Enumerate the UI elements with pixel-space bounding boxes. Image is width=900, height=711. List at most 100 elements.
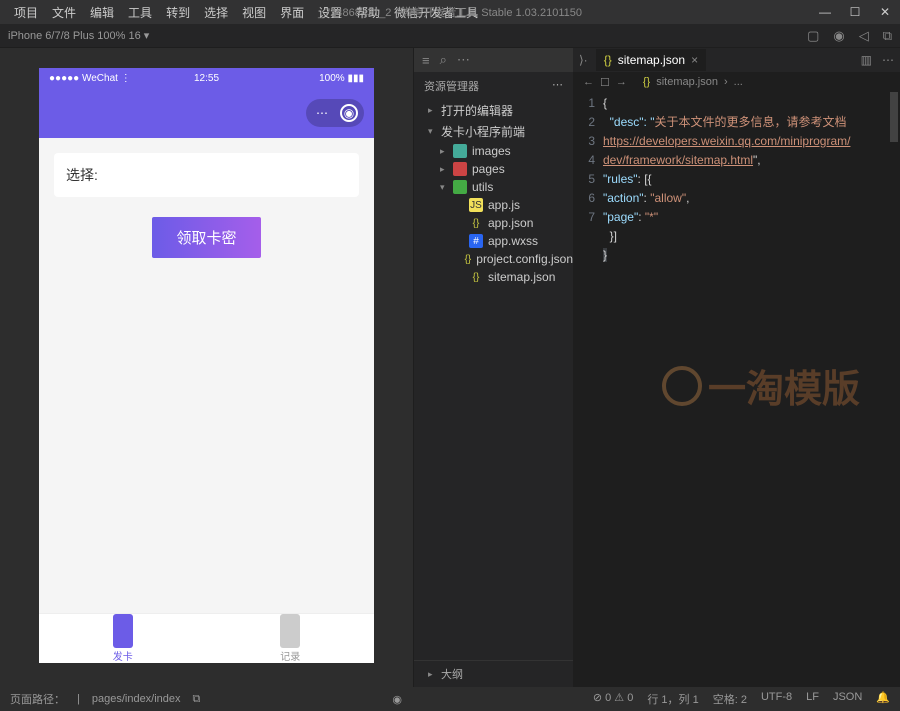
tree-label: sitemap.json: [488, 270, 555, 284]
tree-item-pages[interactable]: ▸pages: [414, 160, 573, 178]
file-icon: JS: [469, 198, 483, 212]
titlebar: 项目文件编辑工具转到选择视图界面设置帮助微信开发者工具 _724868431_2…: [0, 0, 900, 24]
path-label: 页面路径：: [10, 691, 65, 707]
tree-item-app.js[interactable]: JS app.js: [414, 196, 573, 214]
page-path[interactable]: pages/index/index: [92, 693, 181, 705]
tab-filename: sitemap.json: [618, 53, 685, 67]
compile-icon[interactable]: ⟩·: [579, 53, 588, 67]
language[interactable]: JSON: [833, 691, 862, 707]
tree-label: app.wxss: [488, 234, 538, 248]
tab-label: 发卡: [113, 648, 133, 663]
tree-label: images: [472, 144, 511, 158]
tab-label: 记录: [280, 648, 300, 663]
tree-item-打开的编辑器[interactable]: ▸ 打开的编辑器: [414, 100, 573, 121]
code-lines[interactable]: { "desc": "关于本文件的更多信息，请参考文档 https://deve…: [603, 92, 900, 687]
copy-icon[interactable]: ⧉: [883, 28, 892, 44]
select-box[interactable]: 选择:: [54, 153, 359, 197]
capsule-menu-icon[interactable]: ⋯: [312, 103, 332, 123]
menu-项目[interactable]: 项目: [8, 2, 44, 23]
tabbar: 发卡 记录: [39, 613, 374, 663]
search-icon[interactable]: ⌕: [440, 52, 447, 68]
chevron-right-icon: ▸: [428, 669, 436, 680]
tree-item-app.wxss[interactable]: #app.wxss: [414, 232, 573, 250]
indentation[interactable]: 空格: 2: [713, 691, 747, 707]
menu-界面[interactable]: 界面: [274, 2, 310, 23]
status-battery: 100% ▮▮▮: [319, 73, 364, 84]
explorer-panel: ≡ ⌕ ⋯ 资源管理器 ⋯ ▸ 打开的编辑器 ▾发卡小程序前端 ▸ images ▸pag…: [413, 48, 573, 687]
tree-label: app.js: [488, 198, 520, 212]
tree-label: project.config.json: [476, 252, 573, 266]
file-icon: {}: [469, 216, 483, 230]
outline-section[interactable]: ▸ 大纲: [414, 660, 573, 687]
chevron-icon: ▾: [440, 182, 448, 193]
code-area[interactable]: 1234567 { "desc": "关于本文件的更多信息，请参考文档 http…: [573, 92, 900, 687]
record-icon: [280, 614, 300, 648]
close-icon[interactable]: ×: [691, 53, 698, 67]
encoding[interactable]: UTF-8: [761, 691, 792, 707]
outline-label: 大纲: [441, 666, 463, 682]
tree-label: 打开的编辑器: [441, 102, 513, 119]
chevron-icon: ▸: [440, 146, 448, 157]
fwd-icon[interactable]: →: [616, 76, 627, 88]
device-picker[interactable]: iPhone 6/7/8 Plus 100% 16 ▾: [8, 29, 149, 42]
json-icon: {}: [604, 53, 612, 67]
scrollbar[interactable]: [890, 92, 898, 142]
status-left: ●●●●● WeChat ⋮: [49, 73, 131, 84]
bookmark-icon[interactable]: ☐: [600, 76, 610, 89]
more-icon[interactable]: ⋯: [457, 52, 470, 68]
file-tab[interactable]: {} sitemap.json ×: [596, 49, 706, 71]
window-controls: — ☐ ✕: [810, 0, 900, 24]
copy-icon[interactable]: ⧉: [193, 693, 201, 706]
json-icon: {}: [643, 76, 650, 88]
menu-转到[interactable]: 转到: [160, 2, 196, 23]
statusbar: 页面路径： | pages/index/index ⧉ ◉ ⊘ 0 ⚠ 0 行 …: [0, 687, 900, 711]
menu-文件[interactable]: 文件: [46, 2, 82, 23]
eye-icon[interactable]: ◉: [392, 693, 402, 706]
chevron-icon: ▸: [440, 164, 448, 175]
mute-icon[interactable]: ◁: [859, 28, 869, 44]
bell-icon[interactable]: 🔔: [876, 691, 890, 707]
menu-选择[interactable]: 选择: [198, 2, 234, 23]
tab-record[interactable]: 记录: [207, 614, 375, 663]
more-icon[interactable]: ⋯: [552, 78, 563, 94]
minimize-button[interactable]: —: [810, 0, 840, 24]
maximize-button[interactable]: ☐: [840, 0, 870, 24]
tree-item-images[interactable]: ▸ images: [414, 142, 573, 160]
claim-button[interactable]: 领取卡密: [152, 217, 260, 258]
split-icon[interactable]: ▥: [861, 53, 872, 67]
menu-编辑[interactable]: 编辑: [84, 2, 120, 23]
tab-card[interactable]: 发卡: [39, 614, 207, 663]
eol[interactable]: LF: [806, 691, 819, 707]
close-button[interactable]: ✕: [870, 0, 900, 24]
window-title: _724868431_2 - 微信开发者工具 Stable 1.03.21011…: [318, 4, 582, 20]
file-tree: ▸ 打开的编辑器 ▾发卡小程序前端 ▸ images ▸pages▾utils JS app.…: [414, 100, 573, 660]
problems-count[interactable]: ⊘ 0 ⚠ 0: [593, 691, 633, 707]
more-icon[interactable]: ⋯: [882, 53, 894, 67]
hamburger-icon[interactable]: ≡: [422, 53, 430, 68]
sim-actions: ▢ ◉ ◁ ⧉: [807, 28, 892, 44]
tree-item-utils[interactable]: ▾utils: [414, 178, 573, 196]
breadcrumb-more[interactable]: ...: [734, 76, 743, 88]
chevron-icon: ▸: [428, 105, 436, 116]
tree-item-sitemap.json[interactable]: {}sitemap.json: [414, 268, 573, 286]
main-layout: ●●●●● WeChat ⋮ 12:55 100% ▮▮▮ ⋯ ◉ 选择: 领取…: [0, 48, 900, 687]
breadcrumb: ← ☐ → {} sitemap.json › ...: [573, 72, 900, 92]
menu-视图[interactable]: 视图: [236, 2, 272, 23]
line-gutter: 1234567: [573, 92, 603, 687]
capsule-close-icon[interactable]: ◉: [340, 104, 358, 122]
breadcrumb-file[interactable]: sitemap.json: [656, 76, 718, 88]
file-icon: [453, 180, 467, 194]
back-icon[interactable]: ←: [583, 76, 594, 88]
tree-item-发卡小程序前端[interactable]: ▾发卡小程序前端: [414, 121, 573, 142]
explorer-header: 资源管理器 ⋯: [414, 72, 573, 100]
tree-item-app.json[interactable]: {}app.json: [414, 214, 573, 232]
record-icon[interactable]: ◉: [833, 28, 844, 44]
tree-item-project.config.json[interactable]: {} project.config.json: [414, 250, 573, 268]
cursor-position[interactable]: 行 1，列 1: [647, 691, 698, 707]
status-time: 12:55: [194, 73, 219, 84]
phone-icon[interactable]: ▢: [807, 28, 819, 44]
file-icon: [453, 144, 467, 158]
capsule: ⋯ ◉: [306, 99, 364, 127]
file-icon: {}: [465, 252, 472, 266]
menu-工具[interactable]: 工具: [122, 2, 158, 23]
